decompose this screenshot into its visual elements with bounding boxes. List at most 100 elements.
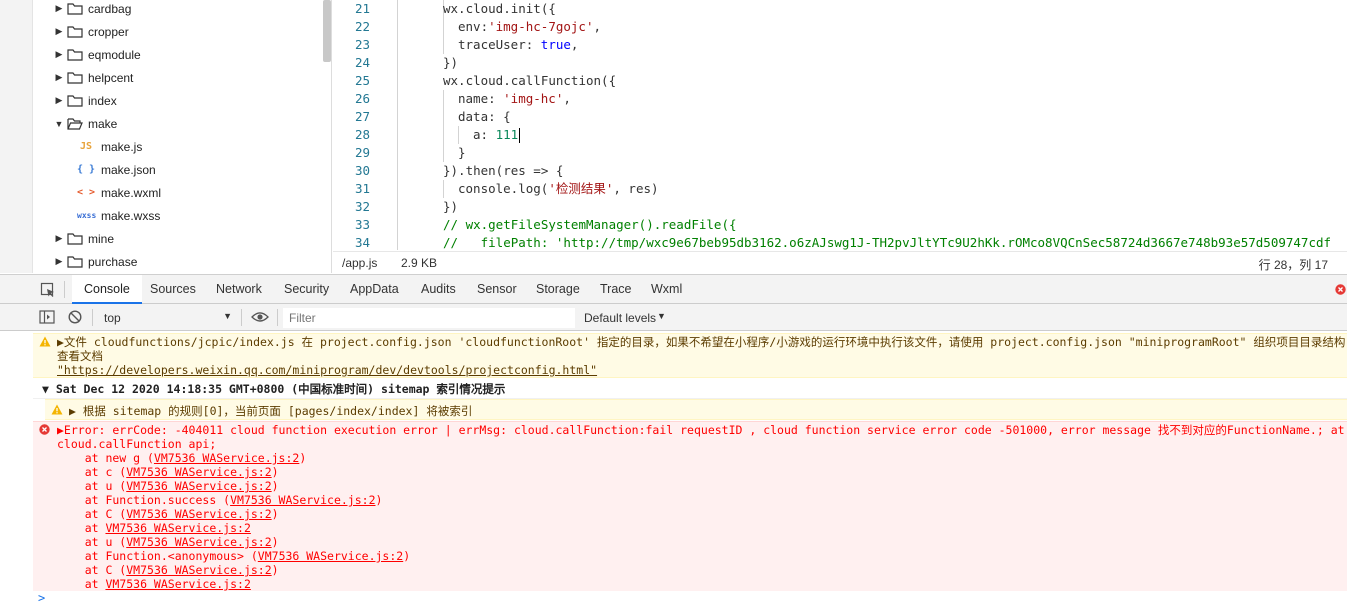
tree-folder-eqmodule[interactable]: ▶ eqmodule bbox=[53, 43, 141, 66]
tree-file-make-wxml[interactable]: < > make.wxml bbox=[77, 181, 161, 204]
console-toolbar: top ▼ Default levels ▼ bbox=[0, 304, 1347, 331]
console-output: ▶文件 cloudfunctions/jcpic/index.js 在 proj… bbox=[0, 331, 1347, 605]
expand-arrow-icon[interactable]: ▶ bbox=[53, 72, 65, 83]
code-line-23: traceUser: true, bbox=[458, 37, 579, 52]
source-link[interactable]: VM7536 WAService.js:2 bbox=[258, 549, 403, 563]
tab-security[interactable]: Security bbox=[272, 275, 341, 304]
source-link[interactable]: VM7536 WAService.js:2 bbox=[154, 451, 299, 465]
line-number: 34 bbox=[354, 235, 370, 250]
line-number: 21 bbox=[354, 1, 370, 16]
console-filter-input[interactable] bbox=[283, 308, 575, 328]
code-line-31: console.log('检测结果', res) bbox=[458, 181, 659, 196]
tab-network[interactable]: Network bbox=[204, 275, 274, 304]
separator bbox=[277, 309, 278, 326]
console-error[interactable]: ▶Error: errCode: -404011 cloud function … bbox=[33, 421, 1347, 591]
wxss-file-icon: wxss bbox=[77, 211, 97, 220]
console-group-header[interactable]: ▼ Sat Dec 12 2020 14:18:35 GMT+0800 (中国标… bbox=[33, 379, 1347, 399]
source-link[interactable]: VM7536 WAService.js:2 bbox=[126, 479, 271, 493]
folder-open-icon bbox=[67, 117, 83, 130]
tree-folder-helpcent[interactable]: ▶ helpcent bbox=[53, 66, 134, 89]
code-line-30: }).then(res => { bbox=[443, 163, 564, 178]
tree-file-make-wxss[interactable]: wxss make.wxss bbox=[77, 204, 160, 227]
context-selector[interactable]: top ▼ bbox=[98, 307, 236, 328]
code-line-28: a: 111 bbox=[473, 127, 519, 142]
tree-folder-index[interactable]: ▶ index bbox=[53, 89, 117, 112]
stack-frame: at u (VM7536 WAService.js:2) bbox=[57, 535, 279, 549]
tree-folder-cropper[interactable]: ▶ cropper bbox=[53, 20, 129, 43]
warning-text: 查看文档 bbox=[57, 349, 103, 363]
tree-folder-mine[interactable]: ▶ mine bbox=[53, 227, 114, 250]
tab-wxml[interactable]: Wxml bbox=[639, 275, 694, 304]
expand-arrow-icon[interactable]: ▶ bbox=[53, 233, 65, 244]
folder-label: helpcent bbox=[88, 70, 134, 85]
source-link[interactable]: VM7536 WAService.js:2 bbox=[126, 465, 271, 479]
indent-guide bbox=[443, 90, 444, 162]
eye-icon[interactable] bbox=[251, 311, 269, 326]
tree-scrollbar[interactable] bbox=[323, 0, 331, 62]
folder-label: make bbox=[88, 116, 118, 131]
folder-icon bbox=[67, 48, 83, 61]
tree-folder-cardbag[interactable]: ▶ cardbag bbox=[53, 0, 132, 20]
line-number: 25 bbox=[354, 73, 370, 88]
code-line-22: env:'img-hc-7gojc', bbox=[458, 19, 601, 34]
code-editor[interactable]: 21 22 23 24 25 26 27 28 29 30 31 32 33 3… bbox=[333, 0, 1347, 250]
folder-icon bbox=[67, 94, 83, 107]
expand-arrow-icon[interactable]: ▶ bbox=[53, 49, 65, 60]
code-line-29: } bbox=[458, 145, 466, 160]
file-label: make.wxss bbox=[101, 208, 161, 223]
file-label: make.js bbox=[101, 139, 143, 154]
status-file-size: 2.9 KB bbox=[401, 256, 438, 270]
console-left-gutter bbox=[0, 331, 33, 605]
source-link[interactable]: VM7536 WAService.js:2 bbox=[126, 535, 271, 549]
stack-frame: at Function.<anonymous> (VM7536 WAServic… bbox=[57, 549, 411, 563]
source-link[interactable]: VM7536 WAService.js:2 bbox=[230, 493, 375, 507]
source-link[interactable]: VM7536 WAService.js:2 bbox=[126, 563, 271, 577]
code-line-24: }) bbox=[443, 55, 459, 70]
code-line-21: wx.cloud.init({ bbox=[443, 1, 556, 16]
stack-frame: at new g (VM7536 WAService.js:2) bbox=[57, 451, 307, 465]
docs-link[interactable]: "https://developers.weixin.qq.com/minipr… bbox=[57, 363, 597, 377]
separator bbox=[241, 309, 242, 326]
tree-folder-purchase[interactable]: ▶ purchase bbox=[53, 250, 138, 273]
folder-icon bbox=[67, 232, 83, 245]
inspect-element-icon[interactable] bbox=[40, 282, 56, 301]
tree-folder-make[interactable]: ▼ make bbox=[53, 112, 118, 135]
source-link[interactable]: VM7536 WAService.js:2 bbox=[126, 507, 271, 521]
context-value: top bbox=[104, 311, 121, 325]
status-cursor-position[interactable]: 行 28，列 17 bbox=[1259, 256, 1328, 273]
console-prompt[interactable]: > bbox=[33, 591, 1347, 605]
tab-console[interactable]: Console bbox=[72, 275, 142, 304]
expand-arrow-icon[interactable]: ▶ bbox=[53, 26, 65, 37]
tab-sources[interactable]: Sources bbox=[138, 275, 208, 304]
expand-arrow-icon[interactable]: ▶ bbox=[53, 3, 65, 14]
js-file-icon: JS bbox=[79, 141, 93, 152]
error-count-icon[interactable] bbox=[1335, 284, 1346, 298]
tab-appdata[interactable]: AppData bbox=[338, 275, 411, 304]
clear-console-icon[interactable] bbox=[68, 310, 82, 327]
collapse-arrow-icon[interactable]: ▼ bbox=[53, 119, 65, 129]
code-line-33: // wx.getFileSystemManager().readFile({ bbox=[443, 217, 737, 232]
tab-storage[interactable]: Storage bbox=[524, 275, 592, 304]
folder-icon bbox=[67, 71, 83, 84]
console-warning[interactable]: ▶文件 cloudfunctions/jcpic/index.js 在 proj… bbox=[33, 333, 1347, 378]
show-sidebar-icon[interactable] bbox=[39, 310, 55, 327]
folder-icon bbox=[67, 255, 83, 268]
tree-file-make-js[interactable]: JS make.js bbox=[77, 135, 142, 158]
code-area[interactable]: wx.cloud.init({ env:'img-hc-7gojc', trac… bbox=[395, 0, 1347, 250]
stack-frame: at C (VM7536 WAService.js:2) bbox=[57, 507, 279, 521]
expand-arrow-icon[interactable]: ▶ bbox=[53, 95, 65, 106]
expand-arrow-icon[interactable]: ▶ bbox=[53, 256, 65, 267]
tab-audits[interactable]: Audits bbox=[409, 275, 468, 304]
line-number: 22 bbox=[354, 19, 370, 34]
folder-label: purchase bbox=[88, 254, 138, 269]
log-levels-label: Default levels bbox=[584, 311, 657, 325]
console-warning[interactable]: ▶ 根据 sitemap 的规则[0]，当前页面 [pages/index/in… bbox=[45, 399, 1347, 420]
tab-trace[interactable]: Trace bbox=[588, 275, 644, 304]
line-number: 26 bbox=[354, 91, 370, 106]
source-link[interactable]: VM7536 WAService.js:2 bbox=[105, 521, 250, 535]
folder-label: cropper bbox=[88, 24, 129, 39]
tree-file-make-json[interactable]: { } make.json bbox=[77, 158, 156, 181]
tab-sensor[interactable]: Sensor bbox=[465, 275, 529, 304]
stack-frame: at Function.success (VM7536 WAService.js… bbox=[57, 493, 383, 507]
source-link[interactable]: VM7536 WAService.js:2 bbox=[105, 577, 250, 591]
